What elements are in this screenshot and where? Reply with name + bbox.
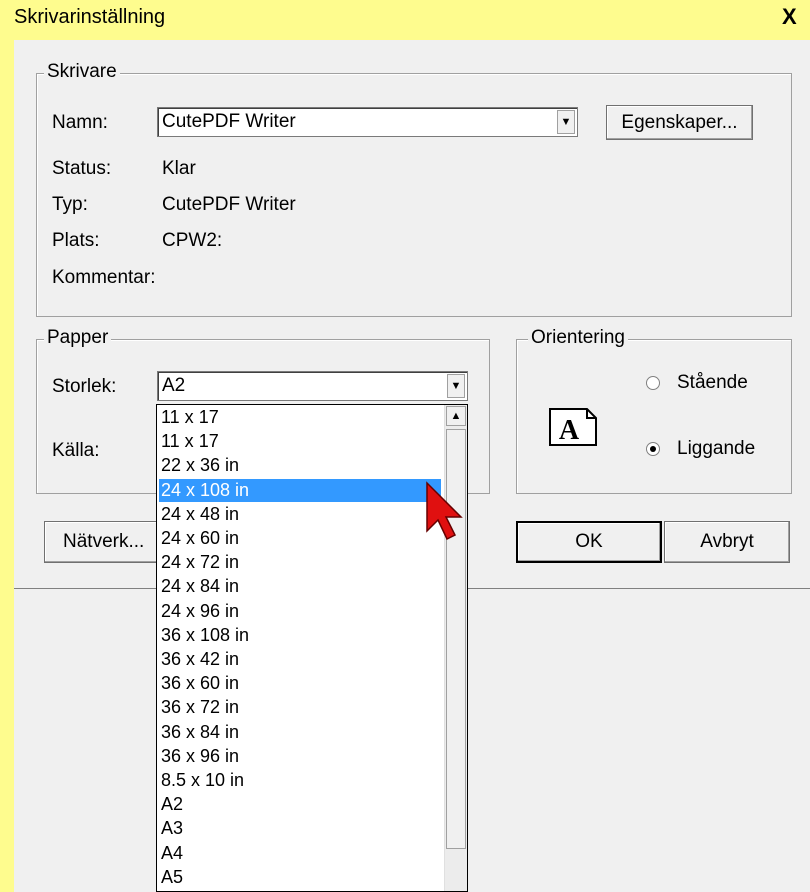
paper-size-option[interactable]: 22 x 36 in xyxy=(159,454,441,477)
type-value: CutePDF Writer xyxy=(162,194,296,215)
size-label: Storlek: xyxy=(52,376,117,397)
paper-size-select[interactable]: A2 ▼ xyxy=(157,371,468,401)
printer-name-value: CutePDF Writer xyxy=(162,111,296,132)
list-scrollbar[interactable]: ▲ xyxy=(444,405,467,891)
paper-size-option[interactable]: 36 x 84 in xyxy=(159,721,441,744)
printer-name-label: Namn: xyxy=(52,112,108,133)
paper-size-option[interactable]: 24 x 108 in xyxy=(159,478,441,502)
properties-button[interactable]: Egenskaper... xyxy=(606,105,753,140)
ok-button[interactable]: OK xyxy=(516,521,662,563)
paper-size-option[interactable]: 24 x 84 in xyxy=(159,575,441,598)
orientation-group-legend: Orientering xyxy=(528,327,628,349)
landscape-radio[interactable] xyxy=(646,442,660,456)
page-letter-a-icon: A xyxy=(549,408,597,446)
type-label: Typ: xyxy=(52,194,88,215)
printer-group-legend: Skrivare xyxy=(44,61,120,83)
paper-size-option[interactable]: A5 xyxy=(159,866,441,889)
paper-size-option[interactable]: 8.5 x 10 in xyxy=(159,769,441,792)
close-icon[interactable]: X xyxy=(782,4,797,30)
paper-size-option[interactable]: 24 x 96 in xyxy=(159,600,441,623)
source-label: Källa: xyxy=(52,440,100,461)
landscape-label[interactable]: Liggande xyxy=(677,438,755,460)
paper-size-option[interactable]: 24 x 60 in xyxy=(159,527,441,550)
comment-label: Kommentar: xyxy=(52,267,156,288)
portrait-label[interactable]: Stående xyxy=(677,372,748,394)
location-label: Plats: xyxy=(52,230,100,251)
paper-size-option[interactable]: 36 x 108 in xyxy=(159,624,441,647)
page-icon-letter: A xyxy=(559,415,580,446)
paper-size-option[interactable]: 24 x 72 in xyxy=(159,551,441,574)
paper-size-option[interactable]: 11 x 17 xyxy=(159,430,441,453)
paper-size-option[interactable]: A4 xyxy=(159,842,441,865)
cancel-button[interactable]: Avbryt xyxy=(664,521,790,563)
chevron-down-icon[interactable]: ▼ xyxy=(447,374,465,398)
status-value: Klar xyxy=(162,158,196,179)
scroll-up-icon[interactable]: ▲ xyxy=(446,406,466,426)
location-value: CPW2: xyxy=(162,230,223,251)
window-title: Skrivarinställning xyxy=(14,6,166,28)
paper-size-option[interactable]: 36 x 72 in xyxy=(159,696,441,719)
paper-size-option[interactable]: 36 x 96 in xyxy=(159,745,441,768)
status-label: Status: xyxy=(52,158,112,179)
paper-size-option[interactable]: A3 xyxy=(159,817,441,840)
paper-size-value: A2 xyxy=(162,375,186,396)
paper-group-legend: Papper xyxy=(44,327,112,349)
printer-name-select[interactable]: CutePDF Writer ▼ xyxy=(157,107,578,137)
chevron-down-icon[interactable]: ▼ xyxy=(557,110,575,134)
paper-size-option[interactable]: 36 x 42 in xyxy=(159,648,441,671)
paper-size-option[interactable]: 36 x 60 in xyxy=(159,672,441,695)
paper-size-option[interactable]: 11 x 17 xyxy=(159,406,441,429)
network-button[interactable]: Nätverk... xyxy=(44,521,164,563)
mouse-cursor-icon xyxy=(426,481,463,541)
paper-size-option[interactable]: 24 x 48 in xyxy=(159,503,441,526)
paper-size-option[interactable]: A2 xyxy=(159,793,441,816)
paper-size-dropdown-list[interactable]: ▲ 11 x 17 11 x 17 22 x 36 in 24 x 108 in 24 … xyxy=(156,404,468,892)
portrait-radio[interactable] xyxy=(646,376,660,390)
